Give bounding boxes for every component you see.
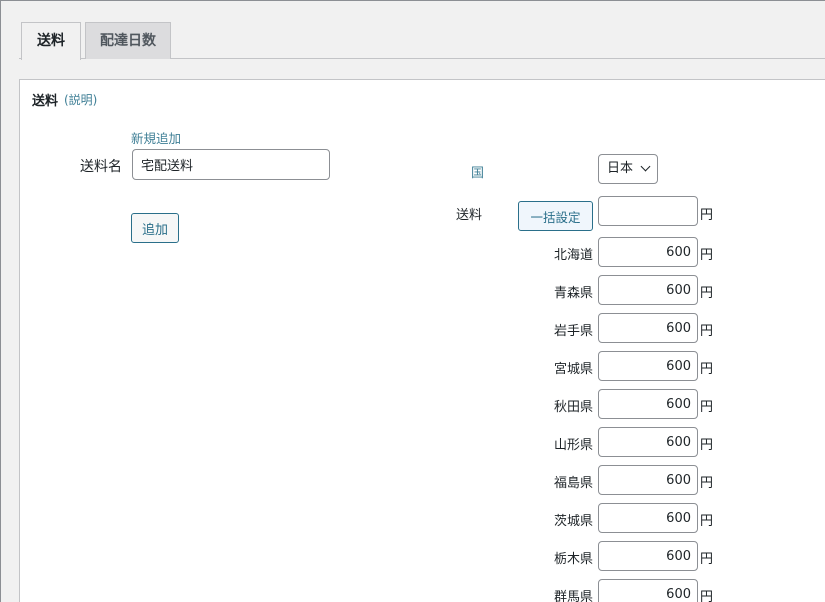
prefecture-currency-label: 円 [700, 476, 714, 491]
prefecture-fee-input[interactable] [598, 389, 698, 419]
prefecture-name: 岩手県 [553, 324, 593, 339]
chevron-down-icon [640, 161, 651, 172]
prefecture-row: 北海道 円 [20, 237, 825, 267]
bulk-currency-label: 円 [700, 208, 714, 223]
prefecture-currency-label: 円 [700, 324, 714, 339]
prefecture-row: 茨城県 円 [20, 503, 825, 533]
prefecture-fee-input[interactable] [598, 503, 698, 533]
new-add-link[interactable]: 新規追加 [131, 128, 181, 147]
prefecture-currency-label: 円 [700, 400, 714, 415]
section-title: 送料 [32, 94, 59, 109]
prefecture-name: 茨城県 [553, 514, 593, 529]
prefecture-row: 岩手県 円 [20, 313, 825, 343]
prefecture-row: 群馬県 円 [20, 579, 825, 602]
country-selected-value: 日本 [607, 161, 634, 176]
help-link[interactable]: (説明) [64, 91, 97, 108]
tab-shipping-fee[interactable]: 送料 [21, 22, 81, 60]
window-frame: 送料 配達日数 送料 (説明) 新規追加 送料名 追加 国 日本 送料 一括設定… [0, 0, 825, 602]
prefecture-name: 群馬県 [553, 590, 593, 602]
prefecture-fee-input[interactable] [598, 579, 698, 602]
prefecture-currency-label: 円 [700, 438, 714, 453]
prefecture-fee-input[interactable] [598, 351, 698, 381]
prefecture-currency-label: 円 [700, 362, 714, 377]
bulk-set-button[interactable]: 一括設定 [518, 201, 593, 231]
fee-label: 送料 [456, 208, 483, 223]
prefecture-fee-input[interactable] [598, 275, 698, 305]
prefecture-currency-label: 円 [700, 248, 714, 263]
prefecture-row: 青森県 円 [20, 275, 825, 305]
prefecture-name: 北海道 [553, 248, 593, 263]
shipping-name-label: 送料名 [80, 159, 122, 175]
prefecture-currency-label: 円 [700, 552, 714, 567]
shipping-name-input[interactable] [132, 149, 330, 180]
shipping-fee-panel: 送料 (説明) 新規追加 送料名 追加 国 日本 送料 一括設定 円 北海道円青… [19, 79, 825, 602]
country-select[interactable]: 日本 [598, 154, 658, 184]
prefecture-fee-input[interactable] [598, 465, 698, 495]
prefecture-currency-label: 円 [700, 590, 714, 602]
prefecture-name: 福島県 [553, 476, 593, 491]
bulk-fee-input[interactable] [598, 196, 698, 226]
prefecture-row: 福島県 円 [20, 465, 825, 495]
prefecture-name: 青森県 [553, 286, 593, 301]
prefecture-name: 宮城県 [553, 362, 593, 377]
country-label: 国 [471, 166, 485, 181]
prefecture-fee-input[interactable] [598, 541, 698, 571]
prefecture-fee-input[interactable] [598, 237, 698, 267]
prefecture-fee-input[interactable] [598, 427, 698, 457]
prefecture-fee-input[interactable] [598, 313, 698, 343]
prefecture-row: 宮城県 円 [20, 351, 825, 381]
prefecture-name: 山形県 [553, 438, 593, 453]
prefecture-row: 山形県 円 [20, 427, 825, 457]
tab-bar: 送料 配達日数 [1, 1, 825, 60]
prefecture-name: 秋田県 [553, 400, 593, 415]
prefecture-name: 栃木県 [553, 552, 593, 567]
tab-delivery-days[interactable]: 配達日数 [85, 22, 171, 59]
prefecture-row: 秋田県 円 [20, 389, 825, 419]
prefecture-currency-label: 円 [700, 514, 714, 529]
prefecture-currency-label: 円 [700, 286, 714, 301]
prefecture-row: 栃木県 円 [20, 541, 825, 571]
